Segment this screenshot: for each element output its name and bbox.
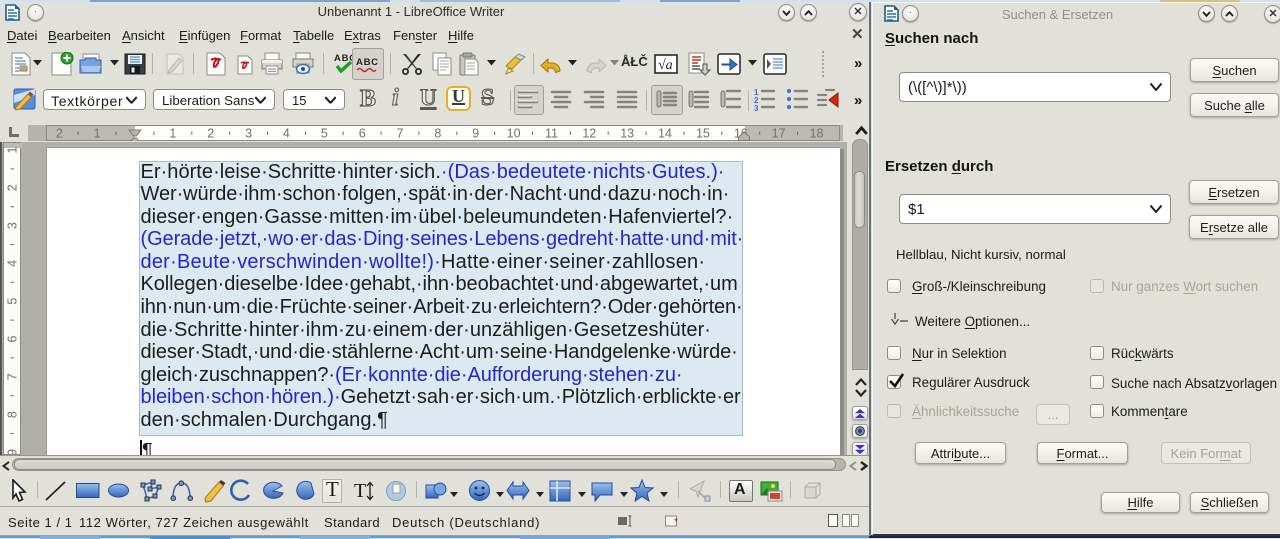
svg-text:10: 10: [507, 127, 521, 141]
svg-text:17: 17: [772, 127, 786, 141]
svg-text:5: 5: [6, 298, 20, 305]
svg-text:*: *: [674, 517, 678, 527]
svg-text:2: 2: [56, 127, 63, 141]
svg-text:9: 9: [6, 449, 20, 454]
svg-text:3: 3: [6, 222, 20, 229]
svg-text:1: 1: [6, 146, 20, 153]
svg-text:1: 1: [94, 127, 101, 141]
svg-text:13: 13: [620, 127, 634, 141]
svg-text:9: 9: [472, 127, 479, 141]
svg-text:11: 11: [545, 127, 558, 141]
svg-text:3: 3: [754, 104, 759, 111]
svg-text:2: 2: [6, 184, 20, 191]
svg-text:6: 6: [359, 127, 366, 141]
svg-text:7: 7: [397, 127, 404, 141]
svg-text:ABC: ABC: [356, 57, 378, 68]
svg-text:14: 14: [658, 127, 672, 141]
svg-text:4: 4: [6, 260, 20, 267]
svg-text:15: 15: [696, 127, 710, 141]
svg-text:8: 8: [434, 127, 441, 141]
svg-text:12: 12: [582, 127, 596, 141]
svg-text:6: 6: [6, 335, 20, 342]
svg-text:1: 1: [169, 127, 176, 141]
svg-text:18: 18: [810, 127, 824, 141]
svg-text:T: T: [354, 480, 366, 502]
svg-text:4: 4: [283, 127, 290, 141]
svg-text:2: 2: [207, 127, 214, 141]
svg-text:√a: √a: [658, 58, 673, 73]
svg-text:3: 3: [245, 127, 252, 141]
svg-text:5: 5: [321, 127, 328, 141]
svg-text:7: 7: [6, 373, 20, 380]
svg-text:8: 8: [6, 411, 20, 418]
